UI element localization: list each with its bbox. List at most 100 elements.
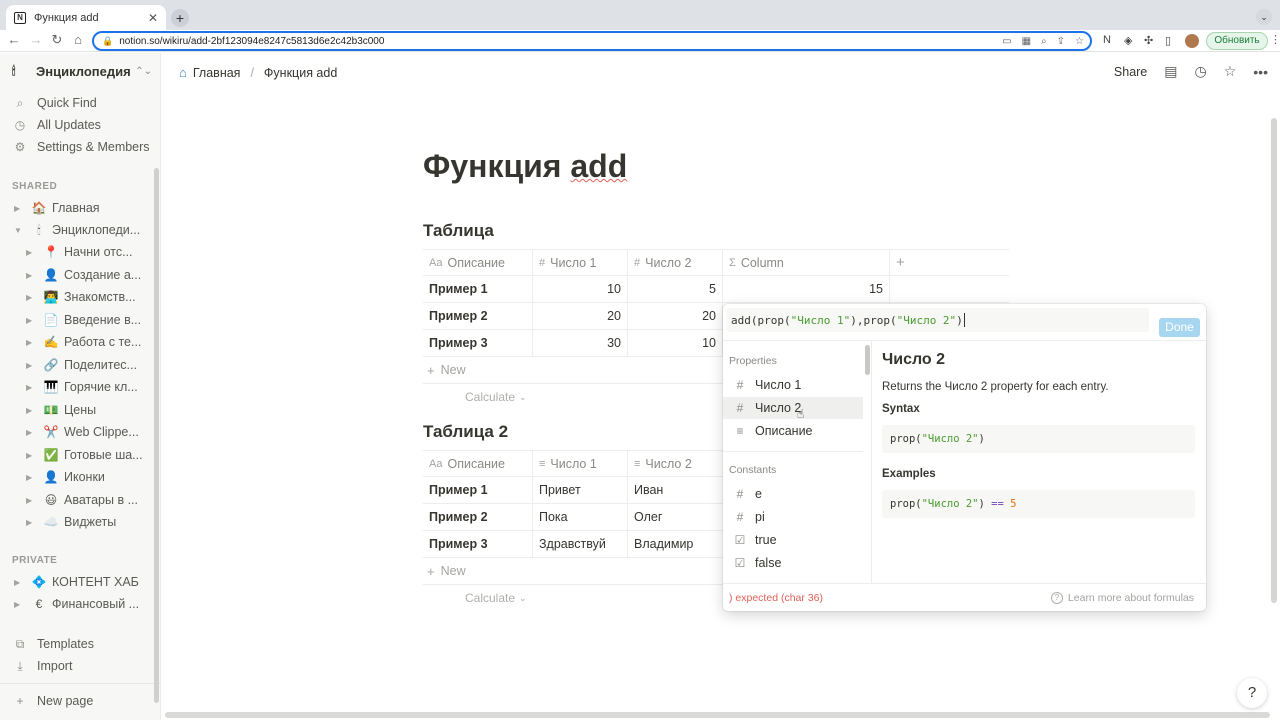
sidebar-item-text[interactable]: ▶ ✍️ Работа с те...	[26, 332, 150, 352]
table-cell[interactable]: 5	[628, 276, 723, 302]
expand-arrow-icon[interactable]: ▶	[26, 473, 38, 482]
table-cell[interactable]: 20	[628, 303, 723, 329]
constant-item[interactable]: # pi	[723, 506, 863, 528]
history-clock-icon[interactable]: ◷	[1195, 63, 1207, 80]
import-link[interactable]: ⤓ Import	[12, 656, 72, 676]
expand-arrow-icon[interactable]: ▶	[26, 361, 38, 370]
sidebar-item-prices[interactable]: ▶ 💵 Цены	[26, 400, 150, 420]
all-updates[interactable]: ◷ All Updates	[12, 115, 101, 135]
expand-arrow-icon[interactable]: ▶	[26, 496, 38, 505]
column-header[interactable]: # Число 2	[628, 250, 723, 275]
table-row[interactable]: Пример 1 10 5 15	[423, 276, 1009, 303]
table-cell[interactable]: 30	[533, 330, 628, 356]
favorite-star-icon[interactable]: ☆	[1224, 63, 1237, 80]
puzzle-icon[interactable]: ✣	[1144, 34, 1153, 47]
breadcrumb-home[interactable]: Главная	[193, 66, 241, 80]
table-cell[interactable]: Пример 3	[423, 531, 533, 557]
sidebar-item-widgets[interactable]: ▶ ☁️ Виджеты	[26, 512, 150, 532]
close-tab-icon[interactable]: ✕	[148, 11, 158, 25]
column-header[interactable]: # Число 1	[533, 250, 628, 275]
property-item[interactable]: # Число 2	[723, 397, 863, 419]
table-cell[interactable]: Пример 2	[423, 303, 533, 329]
page-scrollbar[interactable]	[1271, 118, 1277, 603]
qr-icon[interactable]: ▦	[1022, 36, 1031, 47]
new-page-button[interactable]: + New page	[12, 691, 93, 711]
zoom-icon[interactable]: ⌕	[1041, 36, 1047, 47]
column-header[interactable]: Aa Описание	[423, 250, 533, 275]
table-cell[interactable]: Пока	[533, 504, 628, 530]
expand-arrow-icon[interactable]: ▶	[26, 518, 38, 527]
table1-title[interactable]: Таблица	[423, 221, 494, 241]
sidebar-item-create-account[interactable]: ▶ 👤 Создание а...	[26, 265, 150, 285]
expand-arrow-icon[interactable]: ▶	[14, 600, 26, 609]
table-cell[interactable]: 20	[533, 303, 628, 329]
reload-icon[interactable]: ↻	[49, 32, 65, 48]
settings-members[interactable]: ⚙ Settings & Members	[12, 137, 150, 157]
workspace-switcher[interactable]: 🕯 Энциклопедия ... ⌃⌄	[12, 64, 152, 79]
sidebar-item-finance[interactable]: ▶ € Финансовый ...	[14, 594, 159, 614]
constant-item[interactable]: # e	[723, 483, 863, 505]
back-icon[interactable]: ←	[6, 32, 22, 47]
expand-arrow-icon[interactable]: ▶	[26, 271, 38, 280]
expand-arrow-icon[interactable]: ▶	[26, 316, 38, 325]
notion-extension-icon[interactable]: N	[1103, 34, 1111, 46]
constant-item[interactable]: ☑ true	[723, 529, 863, 551]
expand-arrow-icon[interactable]: ▶	[26, 248, 38, 257]
sidebar-item-intro[interactable]: ▶ 👨‍💻 Знакомств...	[26, 287, 150, 307]
table-cell[interactable]: 10	[533, 276, 628, 302]
sidepanel-icon[interactable]: ▯	[1165, 34, 1171, 47]
column-header[interactable]: Aa Описание	[423, 451, 533, 476]
horizontal-scrollbar[interactable]	[165, 712, 1270, 718]
sidebar-item-share[interactable]: ▶ 🔗 Поделитес...	[26, 355, 150, 375]
collapse-arrow-icon[interactable]: ▼	[14, 226, 26, 235]
table-cell[interactable]: Пример 2	[423, 504, 533, 530]
constant-item[interactable]: ☑ false	[723, 552, 863, 574]
sidebar-item-webclipper[interactable]: ▶ ✂️ Web Clippe...	[26, 422, 150, 442]
sidebar-item-icons[interactable]: ▶ 👤 Иконки	[26, 467, 150, 487]
table-cell[interactable]: 10	[628, 330, 723, 356]
sidebar-item-start[interactable]: ▶ 📍 Начни отс...	[26, 242, 150, 262]
browser-menu-icon[interactable]: ⋮	[1270, 33, 1280, 46]
table-cell[interactable]: Владимир	[628, 531, 723, 557]
home-icon[interactable]: ⌂	[70, 32, 86, 47]
table-cell[interactable]: 15	[723, 276, 890, 302]
expand-arrow-icon[interactable]: ▶	[26, 406, 38, 415]
bookmark-star-icon[interactable]: ☆	[1075, 36, 1084, 47]
table-cell[interactable]: Пример 3	[423, 330, 533, 356]
extension-icon[interactable]: ◈	[1124, 34, 1132, 47]
expand-arrow-icon[interactable]: ▶	[26, 428, 38, 437]
table-cell[interactable]: Иван	[628, 477, 723, 503]
sidebar-item-content-hub[interactable]: ▶ 💠 КОНТЕНТ ХАБ	[14, 572, 159, 592]
property-item[interactable]: ≡ Описание	[723, 420, 863, 442]
table2-title[interactable]: Таблица 2	[423, 422, 508, 442]
column-header[interactable]: ≡ Число 1	[533, 451, 628, 476]
table-cell[interactable]: Пример 1	[423, 477, 533, 503]
address-bar[interactable]: 🔒 notion.so/wikiru/add-2bf123094e8247c58…	[92, 31, 1092, 51]
formula-input[interactable]: add(prop("Число 1"),prop("Число 2")	[727, 308, 1149, 332]
sidebar-item-hotkeys[interactable]: ▶ 🎹 Горячие кл...	[26, 377, 150, 397]
sidebar-scrollbar[interactable]	[154, 168, 159, 703]
sidebar-item-templates-ready[interactable]: ▶ ✅ Готовые ша...	[26, 445, 150, 465]
sidebar-item-avatars[interactable]: ▶ 😃 Аватары в ...	[26, 490, 150, 510]
add-column-button[interactable]: +	[890, 250, 1009, 275]
column-header[interactable]: Σ Column	[723, 250, 890, 275]
column-header[interactable]: ≡ Число 2	[628, 451, 723, 476]
expand-arrow-icon[interactable]: ▶	[14, 578, 26, 587]
update-button[interactable]: Обновить	[1206, 32, 1268, 50]
expand-arrow-icon[interactable]: ▶	[26, 383, 38, 392]
table-cell[interactable]: Пример 1	[423, 276, 533, 302]
done-button[interactable]: Done	[1159, 318, 1200, 337]
tab-search-button[interactable]: ⌄	[1256, 9, 1272, 25]
sidebar-item-encyclopedia[interactable]: ▼ 🕯 Энциклопеди...	[14, 220, 159, 240]
page-title[interactable]: Функция add	[423, 148, 627, 185]
cast-icon[interactable]: ▭	[1002, 36, 1011, 47]
forward-icon[interactable]: →	[28, 32, 44, 47]
learn-more-link[interactable]: ? Learn more about formulas	[1050, 591, 1194, 604]
expand-arrow-icon[interactable]: ▶	[14, 204, 26, 213]
templates-link[interactable]: ⧉ Templates	[12, 634, 94, 654]
new-tab-button[interactable]: +	[171, 9, 189, 27]
breadcrumb-current[interactable]: Функция add	[264, 66, 337, 80]
more-icon[interactable]: •••	[1253, 64, 1268, 80]
profile-avatar[interactable]	[1185, 34, 1199, 48]
quick-find[interactable]: ⌕ Quick Find	[12, 93, 97, 113]
